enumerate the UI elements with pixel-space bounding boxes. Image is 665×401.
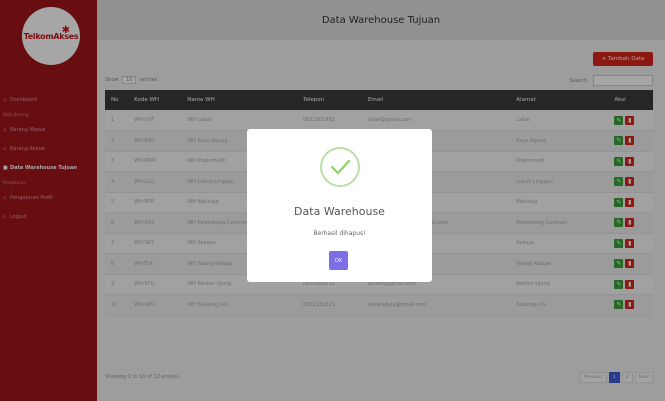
modal-title: Data Warehouse bbox=[294, 205, 385, 218]
success-modal: Data Warehouse Berhasil dihapus! OK bbox=[247, 129, 432, 282]
ok-button[interactable]: OK bbox=[329, 251, 348, 270]
success-check-icon bbox=[320, 147, 360, 187]
modal-message: Berhasil dihapus! bbox=[313, 230, 366, 237]
